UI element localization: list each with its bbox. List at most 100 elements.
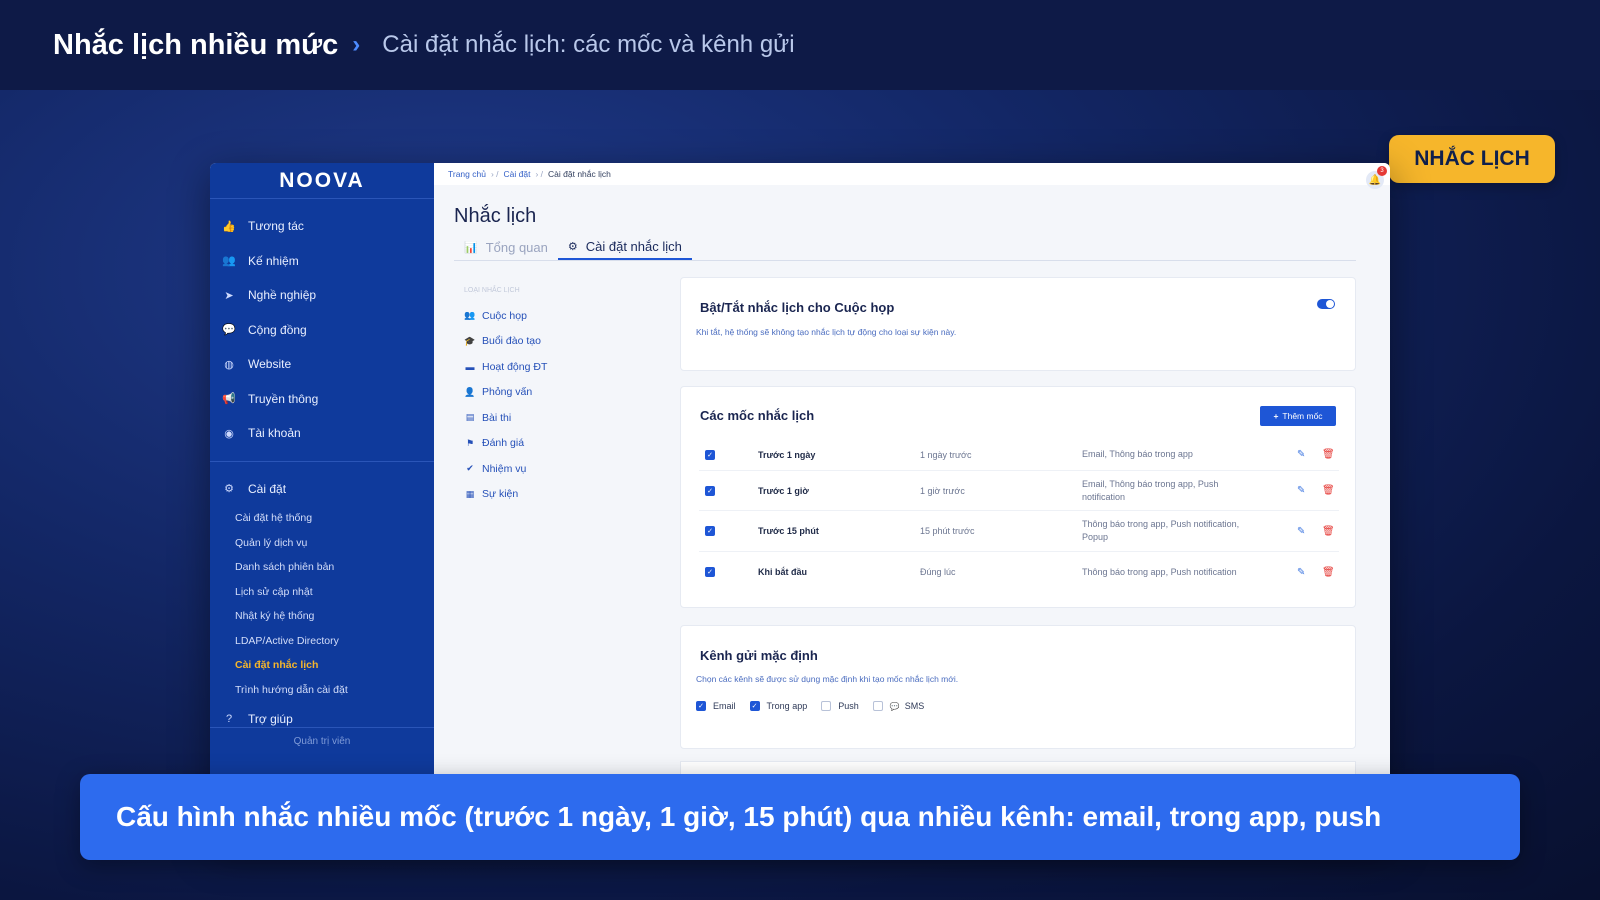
edit-icon[interactable]: ✎	[1297, 485, 1305, 496]
book-icon: ▬	[465, 361, 475, 372]
graduation-cap-icon: 🎓	[464, 335, 476, 346]
event-type-list-header: LOẠI NHẮC LỊCH	[464, 287, 520, 294]
channel-option-email[interactable]: ✓ Email	[696, 701, 736, 711]
tab-reminder-settings[interactable]: ⚙ Cài đặt nhắc lịch	[557, 235, 692, 260]
user-icon: 👤	[464, 386, 476, 397]
sidebar-item-tuong-tac[interactable]: 👍 Tương tác	[210, 209, 434, 244]
plus-icon: +	[1273, 411, 1279, 421]
milestone-checkbox[interactable]: ✓	[705, 485, 715, 496]
flag-icon: ⚑	[465, 437, 475, 448]
sidebar-item-ke-nhiem[interactable]: 👥 Kế nhiệm	[210, 244, 434, 279]
event-type-list: LOẠI NHẮC LỊCH 👥 Cuộc họp 🎓 Buổi đào tạo…	[464, 287, 674, 507]
trash-icon[interactable]: 🗑	[1322, 567, 1335, 578]
sms-icon: 💬	[889, 701, 900, 711]
sidebar-item-tai-khoan[interactable]: ◉ Tài khoản	[210, 416, 434, 451]
event-type-bai-thi[interactable]: ▤ Bài thi	[464, 405, 674, 431]
event-type-danh-gia[interactable]: ⚑ Đánh giá	[464, 431, 674, 457]
sidebar-item-nghe-nghiep[interactable]: ➤ Nghề nghiệp	[210, 278, 434, 313]
sidebar-item-website[interactable]: ◍ Website	[210, 347, 434, 382]
edit-icon[interactable]: ✎	[1297, 526, 1305, 537]
add-milestone-button[interactable]: + Thêm mốc	[1260, 406, 1336, 426]
calendar-icon: ▦	[465, 488, 475, 499]
sidebar-item-label: Nghề nghiệp	[248, 288, 317, 303]
sidebar-subitem-danh-sach-phien-ban[interactable]: Danh sách phiên bản	[210, 555, 434, 580]
toggle-card-title: Bật/Tắt nhắc lịch cho Cuộc họp	[700, 300, 895, 315]
channel-option-push[interactable]: Push	[821, 701, 859, 711]
breadcrumb: Trang chủ › / Cài đặt › / Cài đặt nhắc l…	[434, 163, 1390, 185]
notification-count-badge: 3	[1377, 166, 1387, 176]
event-type-su-kien[interactable]: ▦ Sự kiện	[464, 482, 674, 508]
users-icon: 👥	[464, 310, 476, 321]
slide-title: Nhắc lịch nhiều mức	[53, 28, 339, 61]
milestone-name: Khi bắt đầu	[758, 567, 807, 577]
users-icon: 👥	[222, 255, 236, 268]
event-type-nhiem-vu[interactable]: ✔ Nhiệm vụ	[464, 456, 674, 482]
event-type-label: Hoạt động ĐT	[482, 360, 548, 373]
milestone-name: Trước 1 giờ	[758, 485, 809, 496]
milestones-card: Các mốc nhắc lịch + Thêm mốc ✓ Trước 1 n…	[680, 386, 1356, 608]
table-row: ✓ Trước 1 ngày 1 ngày trước Email, Thông…	[699, 439, 1339, 471]
sidebar-divider	[210, 460, 434, 462]
sidebar-subitem-cai-dat-he-thong[interactable]: Cài đặt hệ thống	[210, 506, 434, 531]
milestone-checkbox[interactable]: ✓	[705, 567, 715, 577]
milestone-channels: Email, Thông báo trong app, Push notific…	[1082, 478, 1219, 502]
table-row: ✓ Khi bắt đầu Đúng lúc Thông báo trong a…	[699, 552, 1339, 592]
main-content: Trang chủ › / Cài đặt › / Cài đặt nhắc l…	[434, 163, 1390, 843]
milestone-checkbox[interactable]: ✓	[705, 449, 715, 460]
sidebar-item-label: Tài khoản	[248, 426, 301, 441]
sidebar-item-cai-dat[interactable]: ⚙ Cài đặt	[210, 472, 434, 507]
channel-label: SMS	[904, 701, 925, 711]
event-type-phong-van[interactable]: 👤 Phỏng vấn	[464, 380, 674, 406]
event-type-label: Nhiệm vụ	[482, 462, 527, 475]
add-milestone-label: Thêm mốc	[1282, 411, 1323, 421]
breadcrumb-settings[interactable]: Cài đặt	[504, 169, 531, 179]
brand-logo[interactable]: NOOVA	[210, 163, 434, 199]
event-type-cuoc-hop[interactable]: 👥 Cuộc họp	[464, 303, 674, 329]
chevron-right-icon: ›	[352, 31, 361, 58]
channel-option-sms[interactable]: 💬 SMS	[872, 701, 925, 711]
channel-option-in-app[interactable]: ✓ Trong app	[749, 701, 807, 711]
sidebar-item-label: Trợ giúp	[248, 712, 293, 727]
milestone-checkbox[interactable]: ✓	[705, 526, 715, 536]
sidebar-item-cong-dong[interactable]: 💬 Cộng đồng	[210, 313, 434, 348]
channel-checkbox[interactable]: ✓	[749, 701, 760, 711]
sidebar-item-truyen-thong[interactable]: 📢 Truyền thông	[210, 382, 434, 417]
sidebar-subitem-quan-ly-dich-vu[interactable]: Quản lý dịch vụ	[210, 531, 434, 556]
sidebar-subitem-ldap[interactable]: LDAP/Active Directory	[210, 629, 434, 654]
sidebar-subitem-trinh-huong-dan[interactable]: Trình hướng dẫn cài đặt	[210, 678, 434, 703]
sidebar-subitem-nhat-ky-he-thong[interactable]: Nhật ký hệ thống	[210, 604, 434, 629]
app-window: NOOVA 👍 Tương tác 👥 Kế nhiệm ➤ Nghề nghi…	[210, 163, 1390, 843]
slide-subtitle: Cài đặt nhắc lịch: các mốc và kênh gửi	[382, 31, 795, 58]
gear-icon: ⚙	[224, 483, 234, 496]
tab-overview[interactable]: 📊 Tổng quan	[454, 235, 558, 260]
event-type-label: Sự kiện	[482, 488, 519, 501]
rocket-icon: ➤	[224, 289, 234, 302]
trash-icon[interactable]: 🗑	[1322, 449, 1335, 460]
enable-reminder-toggle[interactable]	[1317, 299, 1335, 309]
breadcrumb-current: Cài đặt nhắc lịch	[548, 169, 611, 179]
sidebar-item-label: Kế nhiệm	[248, 253, 299, 268]
sidebar-subitem-cai-dat-nhac-lich[interactable]: Cài đặt nhắc lịch	[210, 653, 434, 678]
event-type-hoat-dong-dt[interactable]: ▬ Hoạt động ĐT	[464, 354, 674, 380]
event-type-buoi-dao-tao[interactable]: 🎓 Buổi đào tạo	[464, 329, 674, 355]
channel-checkbox[interactable]: ✓	[696, 701, 706, 711]
channel-options: ✓ Email ✓ Trong app Push 💬 SMS	[696, 701, 938, 711]
channel-checkbox[interactable]	[821, 701, 832, 711]
sidebar-subitem-lich-su-cap-nhat[interactable]: Lịch sử cập nhật	[210, 580, 434, 605]
question-circle-icon: ?	[225, 713, 233, 726]
default-channels-title: Kênh gửi mặc định	[700, 648, 818, 663]
milestone-channels: Email, Thông báo trong app	[1082, 449, 1193, 459]
user-circle-icon: ◉	[224, 427, 234, 440]
event-type-label: Bài thi	[482, 411, 512, 424]
sidebar-footer-role: Quản trị viên	[210, 727, 434, 753]
sidebar-item-label: Cài đặt	[248, 481, 287, 496]
trash-icon[interactable]: 🗑	[1322, 526, 1335, 537]
page-title: Nhắc lịch	[454, 205, 537, 227]
edit-icon[interactable]: ✎	[1297, 449, 1305, 460]
channel-checkbox[interactable]	[872, 701, 883, 711]
trash-icon[interactable]: 🗑	[1322, 485, 1335, 496]
edit-icon[interactable]: ✎	[1297, 567, 1305, 578]
breadcrumb-home[interactable]: Trang chủ	[448, 169, 486, 179]
sidebar-item-label: Tương tác	[248, 219, 304, 234]
milestone-name: Trước 1 ngày	[758, 449, 816, 460]
